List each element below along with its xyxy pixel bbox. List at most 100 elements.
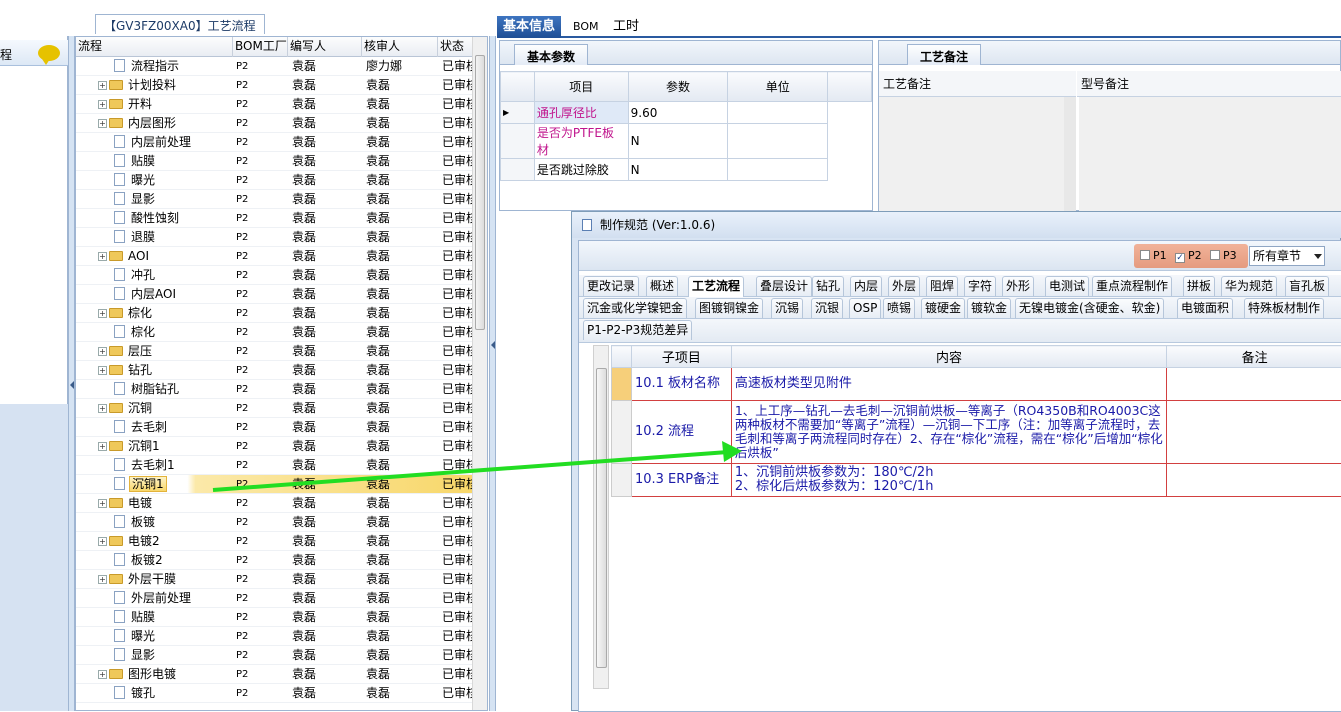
- tree-node-label[interactable]: 酸性蚀刻: [129, 211, 181, 225]
- col-reviewer[interactable]: 核审人: [362, 37, 438, 57]
- col-remark[interactable]: 备注: [1167, 346, 1341, 368]
- col-content[interactable]: 内容: [731, 346, 1166, 368]
- chapter-tab[interactable]: 内层: [850, 276, 882, 296]
- chapter-tab[interactable]: 特殊板材制作: [1244, 298, 1324, 318]
- chapter-tab[interactable]: 钻孔: [812, 276, 844, 296]
- tab-process-notes[interactable]: 工艺备注: [907, 44, 981, 65]
- tree-node-label[interactable]: 流程指示: [129, 59, 181, 73]
- tree-row[interactable]: 棕化P2袁磊袁磊已审核: [76, 323, 474, 342]
- tree-row[interactable]: 曝光P2袁磊袁磊已审核: [76, 627, 474, 646]
- tree-node-label[interactable]: 板镀2: [129, 553, 165, 567]
- tree-row[interactable]: +沉铜P2袁磊袁磊已审核: [76, 399, 474, 418]
- expand-icon[interactable]: +: [98, 575, 107, 584]
- param-value[interactable]: 9.60: [628, 102, 728, 124]
- checkbox-p2[interactable]: ✓P2: [1175, 249, 1202, 263]
- tree-node-label[interactable]: 电镀2: [126, 534, 162, 548]
- tree-row[interactable]: 去毛刺P2袁磊袁磊已审核: [76, 418, 474, 437]
- tree-row[interactable]: +电镀P2袁磊袁磊已审核: [76, 494, 474, 513]
- chapter-tab[interactable]: 镀硬金: [921, 298, 965, 318]
- tree-row[interactable]: 内层AOIP2袁磊袁磊已审核: [76, 285, 474, 304]
- tree-node-label[interactable]: 内层前处理: [129, 135, 193, 149]
- tree-node-label[interactable]: 去毛刺1: [129, 458, 177, 472]
- tree-row[interactable]: +开料P2袁磊袁磊已审核: [76, 95, 474, 114]
- expand-icon[interactable]: +: [98, 347, 107, 356]
- chapter-tab[interactable]: 重点流程制作: [1092, 276, 1172, 296]
- tree-scroll-thumb[interactable]: [475, 55, 485, 330]
- chapter-tab[interactable]: 电镀面积: [1177, 298, 1233, 318]
- expand-icon[interactable]: +: [98, 119, 107, 128]
- col-status[interactable]: 状态: [438, 37, 474, 57]
- tree-node-label[interactable]: 树脂钻孔: [129, 382, 181, 396]
- tab-basic-params[interactable]: 基本参数: [514, 44, 588, 65]
- tree-node-label[interactable]: 退膜: [129, 230, 157, 244]
- tree-row[interactable]: 显影P2袁磊袁磊已审核: [76, 646, 474, 665]
- expand-icon[interactable]: +: [98, 100, 107, 109]
- tree-node-label[interactable]: 贴膜: [129, 610, 157, 624]
- tree-row[interactable]: +沉铜1P2袁磊袁磊已审核: [76, 437, 474, 456]
- tree-scrollbar[interactable]: [472, 37, 487, 711]
- chapter-tab[interactable]: 叠层设计: [756, 276, 812, 296]
- tree-row[interactable]: 显影P2袁磊袁磊已审核: [76, 190, 474, 209]
- chapter-tab[interactable]: 字符: [964, 276, 996, 296]
- tree-node-label[interactable]: 层压: [126, 344, 154, 358]
- content-scroll-thumb[interactable]: [596, 368, 607, 668]
- expand-icon[interactable]: +: [98, 537, 107, 546]
- tree-node-label[interactable]: 棕化: [129, 325, 157, 339]
- tree-node-label[interactable]: 板镀: [129, 515, 157, 529]
- expand-icon[interactable]: +: [98, 309, 107, 318]
- tree-node-label[interactable]: 外层干膜: [126, 572, 178, 586]
- param-value[interactable]: N: [628, 159, 728, 181]
- tree-node-label[interactable]: 沉铜1: [129, 476, 167, 492]
- table-row[interactable]: 10.2 流程 1、上工序—钻孔—去毛刺—沉铜前烘板—等离子（RO4350B和R…: [612, 401, 1341, 464]
- tree-node-label[interactable]: 电镀: [126, 496, 154, 510]
- table-row[interactable]: 10.3 ERP备注 1、沉铜前烘板参数为：180℃/2h 2、棕化后烘板参数为…: [612, 464, 1341, 497]
- spec-remark[interactable]: [1167, 368, 1341, 401]
- col-param[interactable]: 参数: [628, 72, 728, 102]
- chapter-tab[interactable]: 更改记录: [583, 276, 639, 296]
- chapter-tab[interactable]: 阻焊: [926, 276, 958, 296]
- expand-icon[interactable]: +: [98, 442, 107, 451]
- chapter-tab[interactable]: 图镀铜镍金: [695, 298, 763, 318]
- table-row[interactable]: ▶ 通孔厚径比 9.60: [501, 102, 872, 124]
- chapter-tab[interactable]: 拼板: [1183, 276, 1215, 296]
- tree-node-label[interactable]: 钻孔: [126, 363, 154, 377]
- middle-splitter[interactable]: [489, 36, 496, 711]
- tree-row[interactable]: 板镀P2袁磊袁磊已审核: [76, 513, 474, 532]
- tab-work-hours[interactable]: 工时: [607, 16, 645, 38]
- tree-row[interactable]: +钻孔P2袁磊袁磊已审核: [76, 361, 474, 380]
- tab-bom[interactable]: BOM: [567, 16, 605, 38]
- chapter-dropdown[interactable]: 所有章节: [1249, 246, 1325, 266]
- chapter-tab[interactable]: 盲孔板: [1285, 276, 1329, 296]
- process-tree[interactable]: 流程 BOM工厂 编写人 核审人 状态 流程指示P2袁磊廖力娜已审核+计划投料P…: [75, 36, 488, 711]
- tree-node-label[interactable]: 镀孔: [129, 686, 157, 700]
- tree-node-label[interactable]: 贴膜: [129, 154, 157, 168]
- table-row[interactable]: 是否跳过除胶 N: [501, 159, 872, 181]
- chapter-tab[interactable]: 华为规范: [1221, 276, 1277, 296]
- tree-row[interactable]: 贴膜P2袁磊袁磊已审核: [76, 608, 474, 627]
- collapse-left-icon[interactable]: [70, 381, 74, 389]
- spec-content[interactable]: 高速板材类型见附件: [731, 368, 1166, 401]
- tree-row[interactable]: 树脂钻孔P2袁磊袁磊已审核: [76, 380, 474, 399]
- expand-icon[interactable]: +: [98, 499, 107, 508]
- chapter-tab[interactable]: 沉银: [811, 298, 843, 318]
- chapter-tab[interactable]: 外层: [888, 276, 920, 296]
- tree-node-label[interactable]: 沉铜: [126, 401, 154, 415]
- chat-bubble-icon[interactable]: [38, 45, 60, 61]
- spec-remark[interactable]: [1167, 464, 1341, 497]
- expand-icon[interactable]: +: [98, 81, 107, 90]
- tree-node-label[interactable]: AOI: [126, 249, 151, 263]
- chapter-tab[interactable]: 外形: [1002, 276, 1034, 296]
- tree-row[interactable]: +内层图形P2袁磊袁磊已审核: [76, 114, 474, 133]
- tree-row[interactable]: +图形电镀P2袁磊袁磊已审核: [76, 665, 474, 684]
- tree-row[interactable]: 冲孔P2袁磊袁磊已审核: [76, 266, 474, 285]
- collapse-middle-icon[interactable]: [491, 341, 495, 349]
- checkbox-p1[interactable]: P1: [1140, 249, 1167, 263]
- tree-node-label[interactable]: 图形电镀: [126, 667, 178, 681]
- chapter-tab[interactable]: 镀软金: [967, 298, 1011, 318]
- chapter-tab[interactable]: 沉锡: [771, 298, 803, 318]
- tree-row[interactable]: 退膜P2袁磊袁磊已审核: [76, 228, 474, 247]
- tree-row[interactable]: 贴膜P2袁磊袁磊已审核: [76, 152, 474, 171]
- tree-node-label[interactable]: 显影: [129, 192, 157, 206]
- tree-row[interactable]: 板镀2P2袁磊袁磊已审核: [76, 551, 474, 570]
- tree-row[interactable]: +棕化P2袁磊袁磊已审核: [76, 304, 474, 323]
